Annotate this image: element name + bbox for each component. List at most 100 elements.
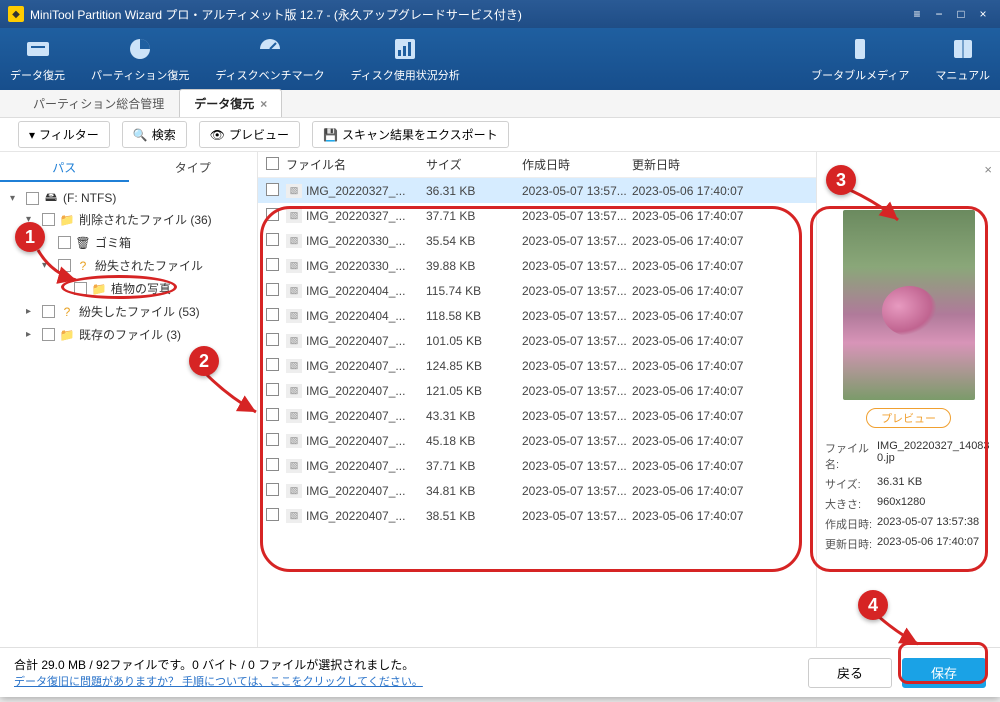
checkbox[interactable] [74, 282, 87, 295]
tab-data-recovery[interactable]: データ復元× [179, 89, 282, 117]
col-size[interactable]: サイズ [426, 156, 522, 173]
left-tab-type[interactable]: タイプ [129, 152, 258, 182]
preview-open-button[interactable]: プレビュー [866, 408, 951, 428]
file-modified: 2023-05-06 17:40:07 [632, 284, 772, 298]
search-button[interactable]: 🔍検索 [122, 121, 187, 148]
help-link[interactable]: データ復旧に問題がありますか？ 手順については、ここをクリックしてください。 [14, 673, 798, 689]
image-file-icon: ▧ [286, 284, 302, 298]
titlebar: ◆ MiniTool Partition Wizard プロ・アルティメット版 … [0, 0, 1000, 28]
tree-lost-files[interactable]: ▸?紛失したファイル (53) [10, 300, 253, 323]
row-checkbox[interactable] [266, 183, 279, 196]
table-row[interactable]: ▧IMG_20220407_...38.51 KB2023-05-07 13:5… [258, 503, 816, 528]
table-row[interactable]: ▧IMG_20220407_...45.18 KB2023-05-07 13:5… [258, 428, 816, 453]
table-row[interactable]: ▧IMG_20220404_...115.74 KB2023-05-07 13:… [258, 278, 816, 303]
row-checkbox[interactable] [266, 433, 279, 446]
sub-toolbar: ▾フィルター 🔍検索 👁プレビュー 💾スキャン結果をエクスポート [0, 118, 1000, 152]
file-modified: 2023-05-06 17:40:07 [632, 409, 772, 423]
save-button[interactable]: 保存 [902, 658, 986, 688]
preview-button[interactable]: 👁プレビュー [199, 121, 300, 148]
col-modified[interactable]: 更新日時 [632, 156, 772, 173]
left-tab-path[interactable]: パス [0, 152, 129, 182]
row-checkbox[interactable] [266, 283, 279, 296]
minimize-button[interactable]: − [928, 5, 950, 23]
chevron-right-icon[interactable]: ▸ [26, 306, 38, 317]
ribbon-data-recovery[interactable]: データ復元 [10, 35, 65, 83]
checkbox[interactable] [58, 236, 71, 249]
row-checkbox[interactable] [266, 233, 279, 246]
file-name: IMG_20220407_... [306, 384, 405, 398]
close-button[interactable]: × [972, 5, 994, 23]
chevron-down-icon[interactable]: ▾ [10, 193, 22, 204]
checkbox[interactable] [26, 192, 39, 205]
file-modified: 2023-05-06 17:40:07 [632, 334, 772, 348]
manual-icon [949, 35, 977, 63]
tree-plant-photos[interactable]: 📁植物の写真 [10, 277, 253, 300]
file-modified: 2023-05-06 17:40:07 [632, 259, 772, 273]
table-row[interactable]: ▧IMG_20220407_...124.85 KB2023-05-07 13:… [258, 353, 816, 378]
file-size: 36.31 KB [426, 184, 522, 198]
file-created: 2023-05-07 13:57... [522, 509, 632, 523]
table-row[interactable]: ▧IMG_20220404_...118.58 KB2023-05-07 13:… [258, 303, 816, 328]
back-button[interactable]: 戻る [808, 658, 892, 688]
maximize-button[interactable]: □ [950, 5, 972, 23]
table-row[interactable]: ▧IMG_20220330_...35.54 KB2023-05-07 13:5… [258, 228, 816, 253]
table-row[interactable]: ▧IMG_20220330_...39.88 KB2023-05-07 13:5… [258, 253, 816, 278]
tree-root[interactable]: ▾🖴(F: NTFS) [10, 188, 253, 208]
row-checkbox[interactable] [266, 333, 279, 346]
filter-button[interactable]: ▾フィルター [18, 121, 110, 148]
file-size: 118.58 KB [426, 309, 522, 323]
file-size: 101.05 KB [426, 334, 522, 348]
table-row[interactable]: ▧IMG_20220327_...37.71 KB2023-05-07 13:5… [258, 203, 816, 228]
close-icon[interactable]: × [260, 97, 267, 111]
ribbon-bootable-media[interactable]: ブータブルメディア [811, 35, 909, 83]
table-row[interactable]: ▧IMG_20220327_...36.31 KB2023-05-07 13:5… [258, 178, 816, 203]
file-size: 45.18 KB [426, 434, 522, 448]
checkbox[interactable] [42, 328, 55, 341]
row-checkbox[interactable] [266, 308, 279, 321]
row-checkbox[interactable] [266, 358, 279, 371]
file-name: IMG_20220330_... [306, 234, 405, 248]
file-created: 2023-05-07 13:57... [522, 309, 632, 323]
file-modified: 2023-05-06 17:40:07 [632, 459, 772, 473]
ribbon-benchmark[interactable]: ディスクベンチマーク [215, 35, 324, 83]
file-size: 39.88 KB [426, 259, 522, 273]
row-checkbox[interactable] [266, 483, 279, 496]
checkbox[interactable] [58, 259, 71, 272]
tree-deleted-files[interactable]: ▾📁削除されたファイル (36) [10, 208, 253, 231]
table-row[interactable]: ▧IMG_20220407_...43.31 KB2023-05-07 13:5… [258, 403, 816, 428]
table-row[interactable]: ▧IMG_20220407_...121.05 KB2023-05-07 13:… [258, 378, 816, 403]
row-checkbox[interactable] [266, 208, 279, 221]
checkbox[interactable] [42, 213, 55, 226]
table-row[interactable]: ▧IMG_20220407_...101.05 KB2023-05-07 13:… [258, 328, 816, 353]
file-name: IMG_20220330_... [306, 259, 405, 273]
file-modified: 2023-05-06 17:40:07 [632, 209, 772, 223]
file-size: 115.74 KB [426, 284, 522, 298]
tree-existing-files[interactable]: ▸📁既存のファイル (3) [10, 323, 253, 346]
row-checkbox[interactable] [266, 383, 279, 396]
tree-lost-files-sub[interactable]: ▾?紛失されたファイル [10, 254, 253, 277]
ribbon-manual[interactable]: マニュアル [935, 35, 990, 83]
chevron-right-icon[interactable]: ▸ [26, 329, 38, 340]
image-file-icon: ▧ [286, 309, 302, 323]
close-preview-icon[interactable]: × [984, 162, 992, 177]
col-filename[interactable]: ファイル名 [286, 156, 426, 173]
export-button[interactable]: 💾スキャン結果をエクスポート [312, 121, 509, 148]
ribbon-partition-recovery[interactable]: パーティション復元 [91, 35, 189, 83]
row-checkbox[interactable] [266, 508, 279, 521]
file-modified: 2023-05-06 17:40:07 [632, 309, 772, 323]
select-all-checkbox[interactable] [266, 157, 279, 170]
row-checkbox[interactable] [266, 458, 279, 471]
checkbox[interactable] [42, 305, 55, 318]
table-row[interactable]: ▧IMG_20220407_...37.71 KB2023-05-07 13:5… [258, 453, 816, 478]
tree-recycle-bin[interactable]: 🗑ゴミ箱 [10, 231, 253, 254]
tab-partition-management[interactable]: パーティション総合管理 [18, 89, 179, 117]
chevron-down-icon[interactable]: ▾ [42, 260, 54, 271]
ribbon-disk-analysis[interactable]: ディスク使用状況分析 [351, 35, 460, 83]
file-modified: 2023-05-06 17:40:07 [632, 484, 772, 498]
table-row[interactable]: ▧IMG_20220407_...34.81 KB2023-05-07 13:5… [258, 478, 816, 503]
row-checkbox[interactable] [266, 258, 279, 271]
col-created[interactable]: 作成日時 [522, 156, 632, 173]
file-name: IMG_20220407_... [306, 409, 405, 423]
menu-icon[interactable]: ≡ [906, 5, 928, 23]
row-checkbox[interactable] [266, 408, 279, 421]
